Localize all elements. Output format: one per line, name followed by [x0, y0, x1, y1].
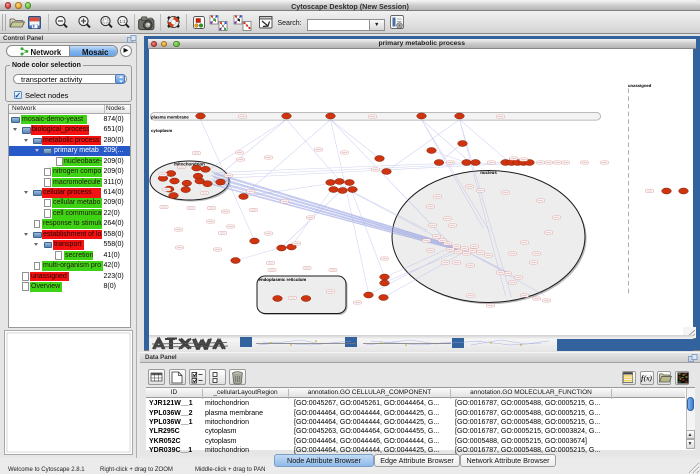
svg-text:unassigned: unassigned: [628, 83, 652, 88]
svg-text:endoplasmic reticulum: endoplasmic reticulum: [258, 277, 306, 282]
svg-text:nucleus: nucleus: [480, 170, 497, 175]
svg-text:f(x): f(x): [641, 374, 653, 383]
svg-text:plasma membrane: plasma membrane: [151, 114, 189, 119]
svg-text:cytoplasm: cytoplasm: [151, 128, 172, 133]
svg-text:1:1: 1:1: [119, 19, 126, 24]
